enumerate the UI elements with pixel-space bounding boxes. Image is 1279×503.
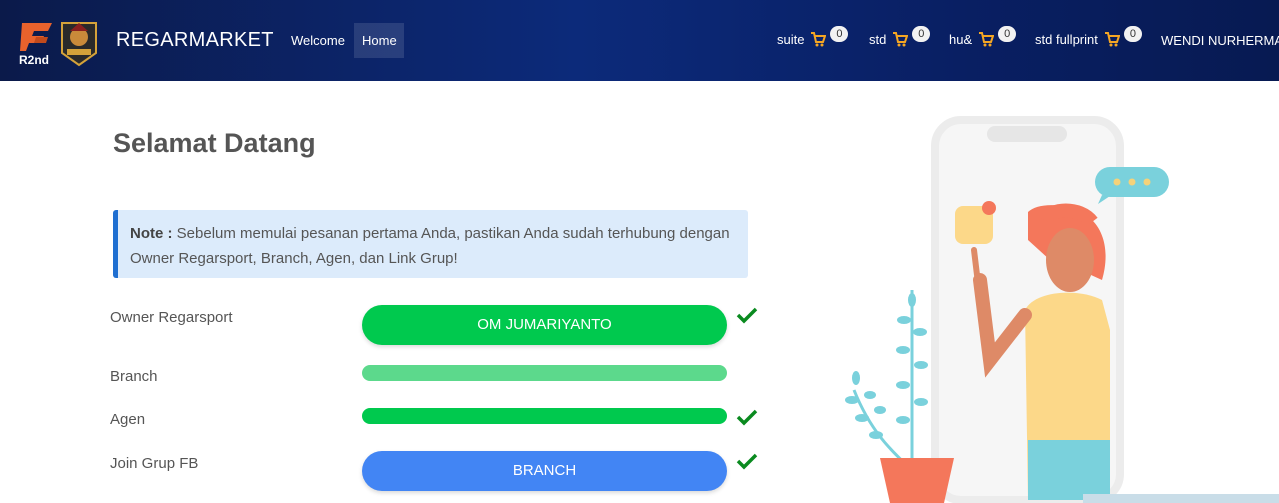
cart-label: std — [869, 31, 887, 47]
cart-hu[interactable]: hu& 0 — [949, 26, 1017, 50]
cart-icon — [979, 32, 995, 47]
cart-label: std fullprint — [1035, 31, 1098, 47]
user-menu[interactable]: WENDI NURHERMA — [1161, 33, 1279, 48]
note-label: Note : — [130, 225, 173, 242]
cart-suite[interactable]: suite 0 — [777, 26, 849, 50]
cart-std-fullprint[interactable]: std fullprint 0 — [1035, 26, 1142, 50]
logo-text: R2nd — [19, 53, 49, 67]
cart-count-badge: 0 — [830, 26, 849, 42]
cart-label: hu& — [949, 31, 973, 47]
join-fb-button[interactable]: BRANCH — [362, 451, 727, 491]
nav-welcome[interactable]: Welcome — [283, 23, 353, 58]
page-title: Selamat Datang — [113, 128, 316, 158]
owner-label: Owner Regarsport — [110, 309, 233, 326]
agen-label: Agen — [110, 411, 146, 428]
corner-thumbnail — [1083, 494, 1279, 503]
brand-name[interactable]: REGARMARKET — [116, 29, 274, 52]
cart-icon — [1104, 32, 1120, 47]
owner-button[interactable]: OM JUMARIYANTO — [362, 305, 727, 345]
welcome-illustration — [845, 116, 1169, 503]
cart-std[interactable]: std 0 — [869, 26, 931, 50]
cart-count-badge: 0 — [912, 26, 931, 42]
check-icon — [736, 453, 758, 470]
nav-home[interactable]: Home — [354, 23, 404, 58]
cart-count-badge: 0 — [1123, 26, 1142, 42]
branch-label: Branch — [110, 368, 158, 385]
mascot-badge-logo — [61, 22, 97, 67]
cart-count-badge: 0 — [998, 26, 1017, 42]
cart-icon — [811, 32, 827, 47]
note-alert: Note : Sebelum memulai pesanan pertama A… — [113, 210, 748, 278]
agen-button[interactable] — [362, 408, 727, 424]
r2nd-logo[interactable]: R2nd — [18, 17, 56, 67]
branch-button[interactable] — [362, 365, 727, 381]
check-icon — [736, 307, 758, 324]
check-icon — [736, 409, 758, 426]
cart-icon — [893, 32, 909, 47]
note-text: Sebelum memulai pesanan pertama Anda, pa… — [130, 225, 730, 267]
top-navbar: R2nd REGARMARKET Welcome Home suite 0 st… — [0, 0, 1279, 81]
join-fb-label: Join Grup FB — [110, 455, 199, 472]
cart-label: suite — [777, 31, 805, 47]
